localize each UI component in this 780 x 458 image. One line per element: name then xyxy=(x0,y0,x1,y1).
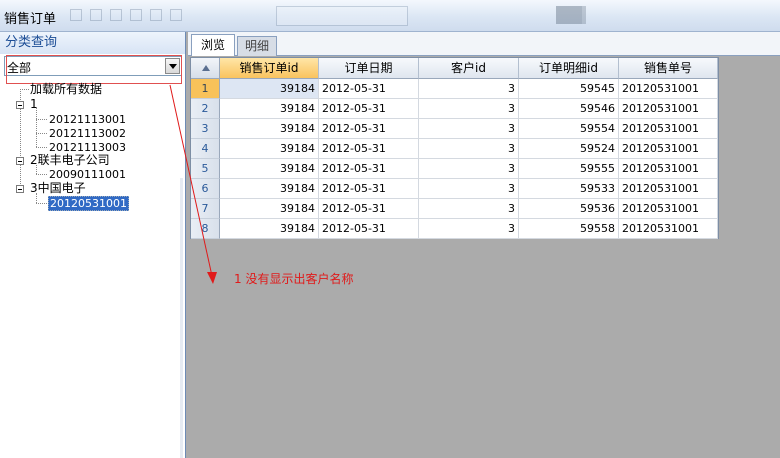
grid-cell[interactable]: 2012-05-31 xyxy=(319,139,419,159)
combo-value: 全部 xyxy=(7,61,32,75)
grid-cell[interactable]: 59524 xyxy=(519,139,619,159)
column-header-sales-no[interactable]: 销售单号 xyxy=(619,58,718,79)
row-header[interactable]: 6 xyxy=(191,179,220,199)
column-header-detail-id[interactable]: 订单明细id xyxy=(519,58,619,79)
row-header[interactable]: 2 xyxy=(191,99,220,119)
annotation-text: 1 没有显示出客户名称 xyxy=(234,272,354,286)
tree-item[interactable]: 20121113001 xyxy=(49,113,126,126)
grid-cell[interactable]: 39184 xyxy=(220,199,319,219)
tree-item-selected[interactable]: 20120531001 xyxy=(48,196,129,211)
grid-cell[interactable]: 3 xyxy=(419,119,519,139)
category-tree: 加载所有数据 1 20121113001 20121113002 2012111… xyxy=(0,82,184,262)
column-header-order-id[interactable]: 销售订单id xyxy=(220,58,319,79)
grid-cell[interactable]: 39184 xyxy=(220,119,319,139)
tree-item[interactable]: 3中国电子 xyxy=(30,182,86,195)
grid-cell[interactable]: 39184 xyxy=(220,99,319,119)
grid-cell[interactable]: 39184 xyxy=(220,219,319,239)
tab-detail[interactable]: 明细 xyxy=(237,36,277,56)
grid-cell[interactable]: 20120531001 xyxy=(619,139,718,159)
tree-item[interactable]: 20090111001 xyxy=(49,168,126,181)
grid-cell[interactable]: 20120531001 xyxy=(619,79,718,99)
toolbar-icons xyxy=(70,6,220,24)
grid-cell[interactable]: 20120531001 xyxy=(619,99,718,119)
grid-cell[interactable]: 3 xyxy=(419,179,519,199)
grid-cell[interactable]: 20120531001 xyxy=(619,199,718,219)
grid-cell[interactable]: 20120531001 xyxy=(619,159,718,179)
tree-item[interactable]: 20121113002 xyxy=(49,127,126,140)
grid-cell[interactable]: 2012-05-31 xyxy=(319,159,419,179)
row-header[interactable]: 4 xyxy=(191,139,220,159)
panel-title: 分类查询 xyxy=(0,32,185,54)
grid-cell[interactable]: 59536 xyxy=(519,199,619,219)
row-header[interactable]: 1 xyxy=(191,79,220,99)
grid-cell[interactable]: 2012-05-31 xyxy=(319,179,419,199)
column-header-order-date[interactable]: 订单日期 xyxy=(319,58,419,79)
tree-item[interactable]: 2联丰电子公司 xyxy=(30,154,110,167)
sort-arrow-icon[interactable] xyxy=(191,58,220,79)
grid-cell[interactable]: 20120531001 xyxy=(619,179,718,199)
row-header[interactable]: 7 xyxy=(191,199,220,219)
tab-browse[interactable]: 浏览 xyxy=(191,34,235,56)
grid-cell[interactable]: 3 xyxy=(419,159,519,179)
grid-cell[interactable]: 59554 xyxy=(519,119,619,139)
toolbar-dropdown xyxy=(276,6,408,26)
tree-item[interactable]: 1 xyxy=(30,98,38,111)
row-header[interactable]: 5 xyxy=(191,159,220,179)
grid-cell[interactable]: 3 xyxy=(419,139,519,159)
row-header[interactable]: 8 xyxy=(191,219,220,239)
tree-item-load-all[interactable]: 加载所有数据 xyxy=(30,83,102,96)
grid-cell[interactable]: 59533 xyxy=(519,179,619,199)
grid-cell[interactable]: 39184 xyxy=(220,159,319,179)
category-combo[interactable]: 全部 xyxy=(4,56,182,76)
grid-cell[interactable]: 2012-05-31 xyxy=(319,219,419,239)
grid-cell[interactable]: 3 xyxy=(419,219,519,239)
grid-cell[interactable]: 20120531001 xyxy=(619,119,718,139)
grid-cell[interactable]: 39184 xyxy=(220,79,319,99)
grid-cell[interactable]: 39184 xyxy=(220,179,319,199)
grid-cell[interactable]: 59546 xyxy=(519,99,619,119)
vertical-scrollbar[interactable] xyxy=(180,178,183,458)
grid-cell[interactable]: 20120531001 xyxy=(619,219,718,239)
collapse-icon[interactable] xyxy=(16,185,24,193)
grid-cell[interactable]: 3 xyxy=(419,79,519,99)
grid-cell[interactable]: 2012-05-31 xyxy=(319,79,419,99)
collapse-icon[interactable] xyxy=(16,101,24,109)
tab-strip: 浏览 明细 xyxy=(188,32,780,56)
window-title: 销售订单 xyxy=(4,12,57,27)
toolbar-badge-sub xyxy=(556,6,582,24)
grid-cell[interactable]: 2012-05-31 xyxy=(319,199,419,219)
grid-cell[interactable]: 39184 xyxy=(220,139,319,159)
grid-cell[interactable]: 3 xyxy=(419,99,519,119)
grid-cell[interactable]: 2012-05-31 xyxy=(319,99,419,119)
category-query-panel: 分类查询 全部 加载所有数据 1 20121113001 20121113002… xyxy=(0,32,186,458)
chevron-down-icon[interactable] xyxy=(165,58,180,74)
grid-cell[interactable]: 59555 xyxy=(519,159,619,179)
grid-cell[interactable]: 59558 xyxy=(519,219,619,239)
grid-cell[interactable]: 59545 xyxy=(519,79,619,99)
order-grid: 销售订单id 订单日期 客户id 订单明细id 销售单号 1 39184 2012-… xyxy=(190,57,719,239)
grid-cell[interactable]: 2012-05-31 xyxy=(319,119,419,139)
collapse-icon[interactable] xyxy=(16,157,24,165)
grid-cell[interactable]: 3 xyxy=(419,199,519,219)
column-header-customer-id[interactable]: 客户id xyxy=(419,58,519,79)
title-bar: 销售订单 xyxy=(0,0,780,32)
row-header[interactable]: 3 xyxy=(191,119,220,139)
